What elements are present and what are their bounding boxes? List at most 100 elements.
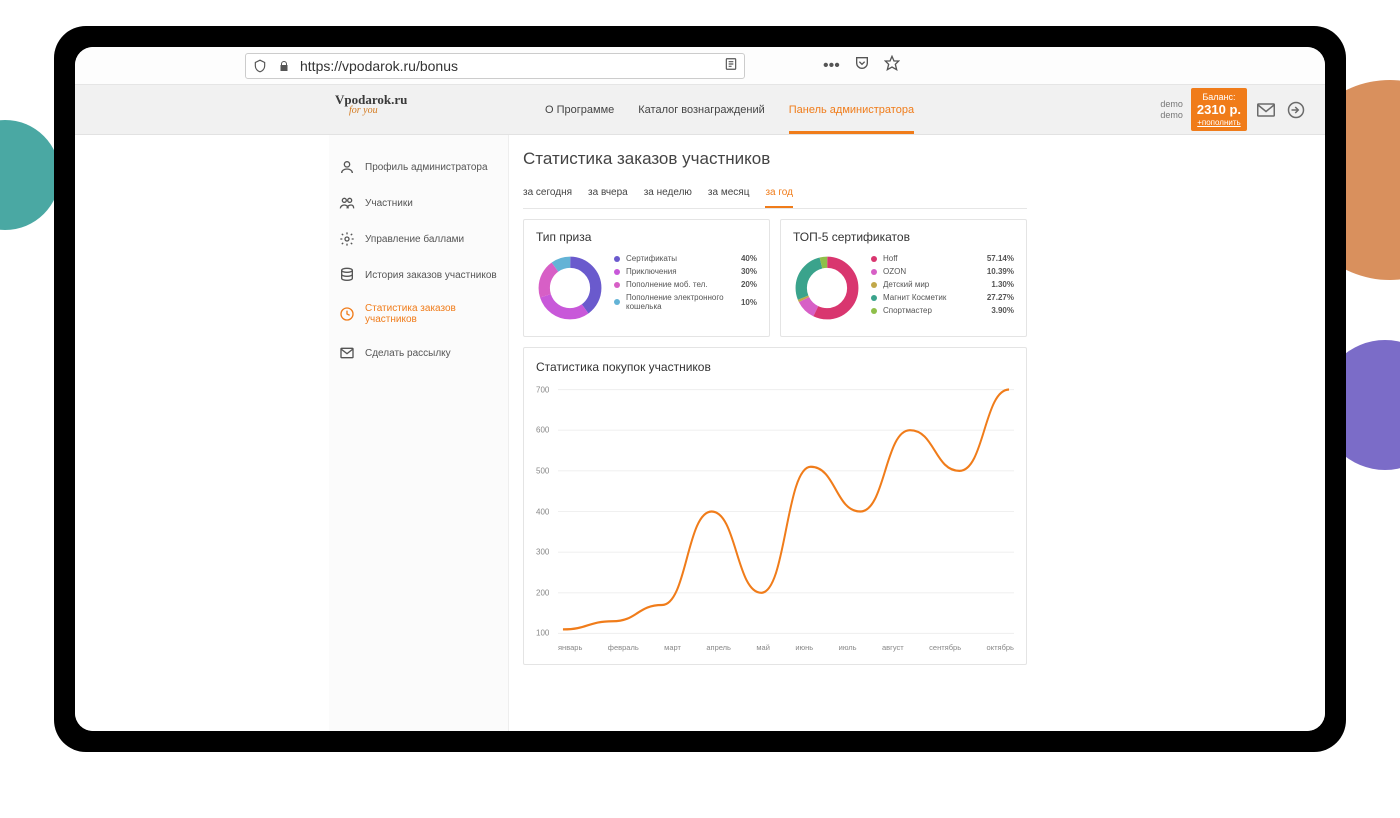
period-tab[interactable]: за сегодня [523,181,572,208]
user-name: demo [1160,99,1183,110]
sidebar-item-label: Управление баллами [365,234,464,245]
legend-label: Приключения [626,267,735,276]
y-tick: 400 [536,507,549,516]
y-tick: 700 [536,385,549,394]
nav-item-about[interactable]: О Программе [545,86,614,134]
legend-prize: Сертификаты 40% Приключения 30% Пополнение м… [614,254,757,315]
x-tick: февраль [608,643,639,652]
x-tick: январь [558,643,582,652]
legend-dot [614,269,620,275]
app-header: Vpodarok.ru for you О Программе Каталог … [75,85,1325,135]
legend-row: Hoff 57.14% [871,254,1014,263]
card-title: ТОП-5 сертификатов [793,230,1014,244]
legend-dot [871,282,877,288]
y-tick: 600 [536,426,549,435]
sidebar: Профиль администратораУчастники Управлени… [329,135,509,731]
pocket-icon[interactable] [854,55,870,76]
legend-value: 1.30% [991,280,1014,289]
card-prize-type: Тип приза Сертификаты 40% Приключения 30% По… [523,219,770,337]
logo[interactable]: Vpodarok.ru for you [335,93,407,116]
reader-mode-icon[interactable] [724,57,738,74]
sidebar-item[interactable]: Управление баллами [329,221,508,257]
donut-chart-prize [536,254,604,322]
logout-icon[interactable] [1285,99,1307,121]
page-title: Статистика заказов участников [523,149,1027,169]
period-tab[interactable]: за неделю [644,181,692,208]
period-tab[interactable]: за месяц [708,181,750,208]
star-icon[interactable] [884,55,900,76]
legend-row: Спортмастер 3.90% [871,306,1014,315]
user-sub: demo [1160,110,1183,121]
period-tabs: за сегодня за вчера за неделю за месяц за го… [523,181,1027,209]
legend-value: 10.39% [987,267,1014,276]
nav-item-admin-panel[interactable]: Панель администратора [789,86,914,134]
legend-label: OZON [883,267,981,276]
legend-value: 40% [741,254,757,263]
sidebar-item[interactable]: Профиль администратора [329,149,508,185]
legend-label: Hoff [883,254,981,263]
url-text: https://vpodarok.ru/bonus [300,58,718,74]
db-icon [339,267,355,283]
y-tick: 200 [536,588,549,597]
legend-row: Приключения 30% [614,267,757,276]
y-tick: 100 [536,629,549,638]
legend-dot [614,256,620,262]
sidebar-item-label: Сделать рассылку [365,348,451,359]
legend-label: Пополнение электронного кошелька [626,293,735,311]
x-tick: март [664,643,681,652]
card-title: Статистика покупок участников [536,360,1014,374]
balance-amount: 2310 р. [1197,103,1241,118]
legend-value: 57.14% [987,254,1014,263]
url-bar[interactable]: https://vpodarok.ru/bonus [245,53,745,79]
user-block[interactable]: demo demo [1160,99,1183,121]
legend-dot [871,295,877,301]
gear-icon [339,231,355,247]
main-nav: О Программе Каталог вознаграждений Панел… [545,86,914,134]
browser-window: https://vpodarok.ru/bonus ••• Vpodarok.r… [75,47,1325,731]
x-tick: май [756,643,770,652]
sidebar-item[interactable]: Сделать рассылку [329,335,508,371]
mail-icon[interactable] [1255,99,1277,121]
legend-label: Пополнение моб. тел. [626,280,735,289]
x-tick: апрель [706,643,731,652]
y-tick: 300 [536,548,549,557]
card-top5: ТОП-5 сертификатов Hoff 57.14% OZON 10.39% Д… [780,219,1027,337]
browser-toolbar: https://vpodarok.ru/bonus ••• [75,47,1325,85]
sidebar-item[interactable]: Участники [329,185,508,221]
legend-row: Пополнение электронного кошелька10% [614,293,757,311]
x-tick: сентябрь [929,643,961,652]
legend-top5: Hoff 57.14% OZON 10.39% Детский мир1.30% Магн… [871,254,1014,319]
legend-value: 27.27% [987,293,1014,302]
x-axis: январь февраль март апрель май июнь июль август… [536,643,1014,652]
shield-icon [252,59,268,73]
nav-item-catalog[interactable]: Каталог вознаграждений [638,86,765,134]
donut-chart-top5 [793,254,861,322]
content: Статистика заказов участников за сегодня… [509,135,1049,731]
x-tick: август [882,643,904,652]
mail-icon [339,345,355,361]
y-tick: 500 [536,466,549,475]
legend-row: Детский мир1.30% [871,280,1014,289]
legend-value: 3.90% [991,306,1014,315]
legend-row: Магнит Косметик 27.27% [871,293,1014,302]
x-tick: июнь [795,643,813,652]
lock-icon [276,60,292,72]
x-tick: июль [839,643,857,652]
sidebar-item[interactable]: История заказов участников [329,257,508,293]
legend-value: 30% [741,267,757,276]
legend-dot [614,282,620,288]
balance-topup-link[interactable]: +пополнить [1197,118,1241,127]
sidebar-item[interactable]: Статистика заказов участников [329,293,508,335]
sidebar-item-label: История заказов участников [365,270,497,281]
period-tab[interactable]: за год [765,181,793,208]
legend-label: Сертификаты [626,254,735,263]
legend-label: Магнит Косметик [883,293,981,302]
more-icon[interactable]: ••• [823,57,840,75]
period-tab[interactable]: за вчера [588,181,628,208]
line-chart [558,384,1014,639]
sidebar-item-label: Статистика заказов участников [365,303,498,325]
card-title: Тип приза [536,230,757,244]
balance-box[interactable]: Баланс: 2310 р. +пополнить [1191,88,1247,130]
legend-dot [871,308,877,314]
legend-label: Спортмастер [883,306,985,315]
